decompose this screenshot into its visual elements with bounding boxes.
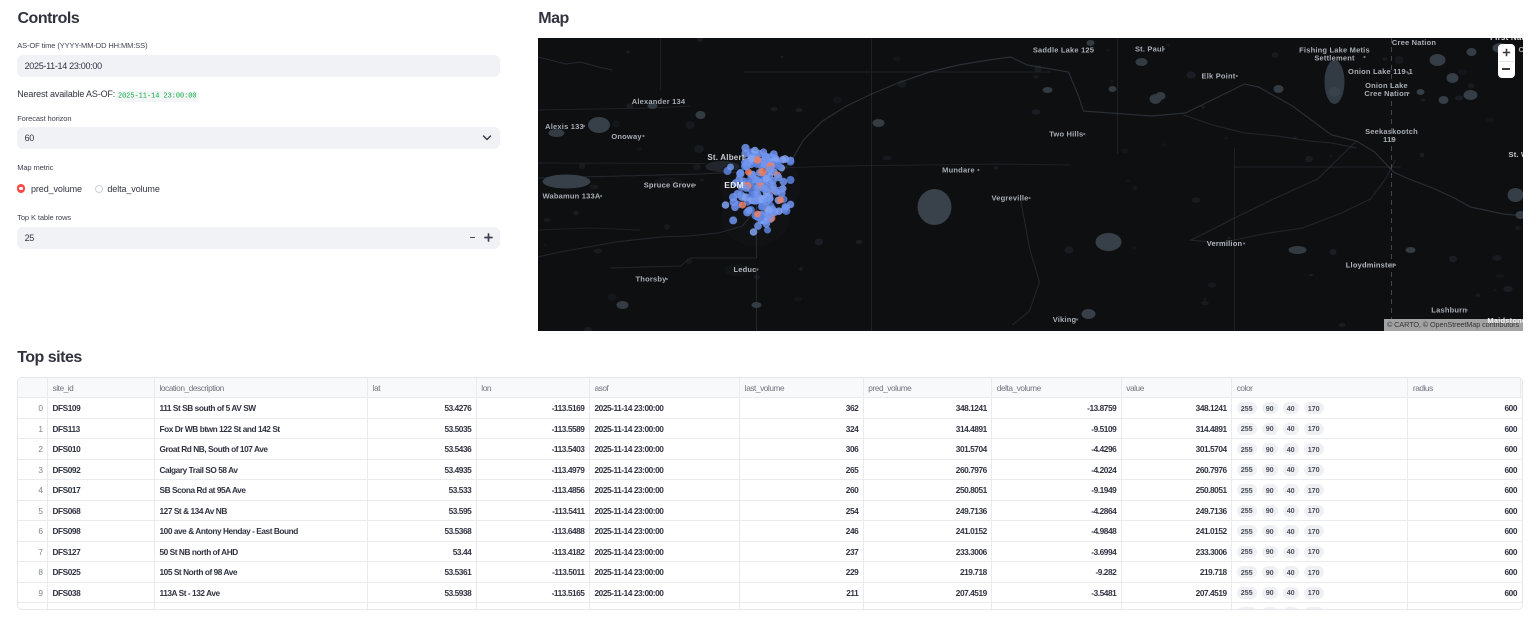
- svg-text:First Nat: First Nat: [1490, 38, 1523, 42]
- svg-text:Alexander 134: Alexander 134: [631, 97, 685, 106]
- svg-text:Cree Nation: Cree Nation: [1391, 38, 1436, 47]
- svg-text:St. Wal: St. Wal: [1508, 150, 1523, 159]
- svg-text:Vermilion: Vermilion: [1206, 239, 1242, 248]
- svg-text:Saddle Lake 125: Saddle Lake 125: [1032, 45, 1093, 54]
- svg-text:Cree Nation: Cree Nation: [1364, 89, 1409, 98]
- svg-text:Alexis 133: Alexis 133: [545, 122, 584, 131]
- svg-text:Thorsby: Thorsby: [635, 275, 667, 284]
- svg-text:Lashburn: Lashburn: [1431, 305, 1467, 314]
- svg-text:EDM: EDM: [724, 180, 744, 190]
- svg-text:119: 119: [1383, 135, 1396, 144]
- svg-text:Onion Lake 119-1: Onion Lake 119-1: [1348, 67, 1413, 76]
- svg-text:St. Paul: St. Paul: [1134, 44, 1163, 53]
- svg-text:Leduc: Leduc: [733, 265, 756, 274]
- svg-text:Two Hills: Two Hills: [1049, 130, 1083, 139]
- svg-text:Cree N: Cree N: [1518, 45, 1523, 54]
- svg-text:Elk Point: Elk Point: [1201, 72, 1235, 81]
- svg-text:Settlement: Settlement: [1314, 54, 1355, 63]
- svg-text:Spruce Grove: Spruce Grove: [643, 181, 695, 190]
- svg-text:Wabamun 133A: Wabamun 133A: [542, 192, 600, 201]
- svg-text:Lloydminster: Lloydminster: [1345, 260, 1395, 269]
- svg-text:Onoway: Onoway: [611, 132, 642, 141]
- svg-text:Mundare: Mundare: [942, 166, 975, 175]
- svg-text:Vegreville: Vegreville: [991, 193, 1028, 202]
- svg-text:Viking: Viking: [1052, 315, 1076, 324]
- svg-text:St. Albert: St. Albert: [707, 153, 744, 162]
